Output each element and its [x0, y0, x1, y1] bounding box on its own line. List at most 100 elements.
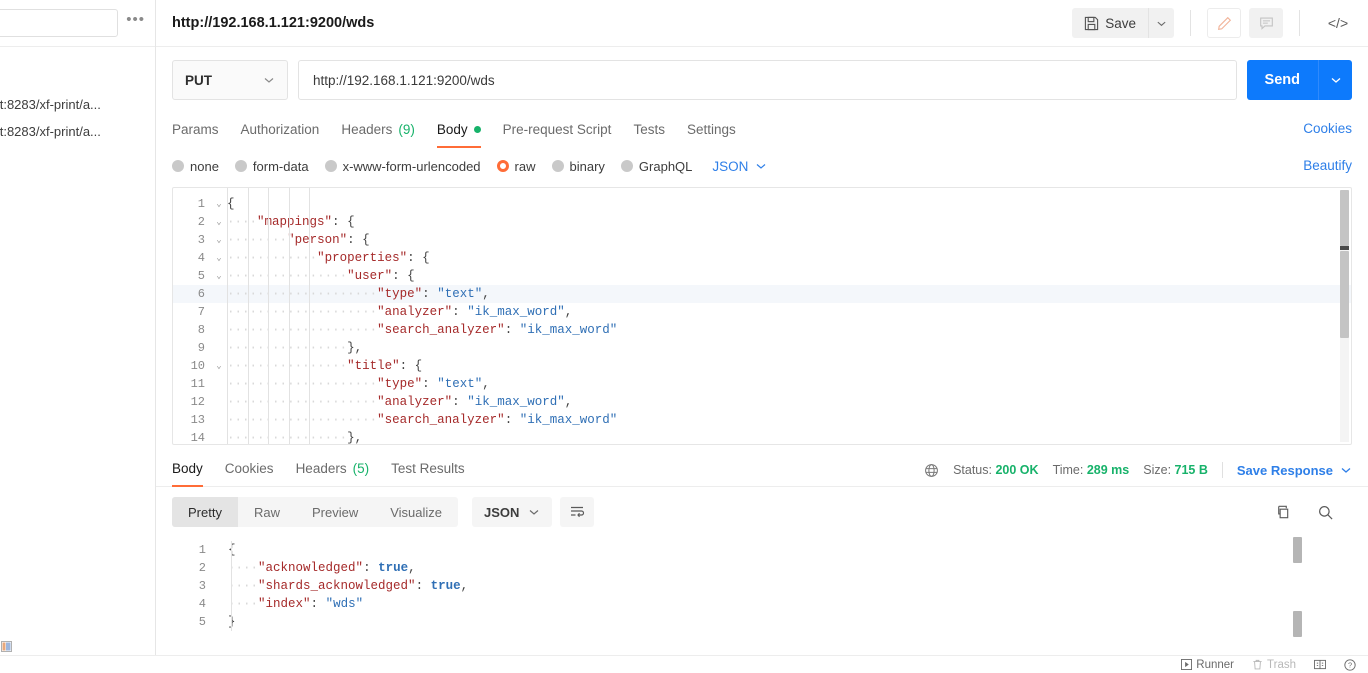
tab-params[interactable]: Params — [172, 122, 219, 148]
response-body[interactable]: 1{2 ····"acknowledged": true, 3 ····"shards… — [156, 535, 1368, 655]
tab-body[interactable]: Body — [436, 122, 481, 148]
request-body-editor[interactable]: 1 ⌄{2 ⌄ ····"mappings": {3 ⌄ ········"person"… — [172, 187, 1352, 445]
radio-icon — [234, 160, 247, 172]
body-type-binary[interactable]: binary — [551, 159, 605, 174]
send-options-button[interactable] — [1318, 60, 1352, 100]
url-input[interactable]: http://192.168.1.121:9200/wds — [298, 60, 1237, 100]
fold-toggle-icon[interactable]: ⌄ — [211, 357, 227, 375]
response-tab-test-results[interactable]: Test Results — [391, 461, 465, 487]
response-scrollbar-thumb-lower[interactable] — [1293, 611, 1302, 637]
response-tab-cookies[interactable]: Cookies — [225, 461, 274, 487]
runner-button[interactable]: Runner — [1181, 659, 1234, 671]
tab-label: Test Results — [391, 461, 465, 476]
list-item[interactable]: ost:8283/xf-print/a... — [0, 118, 155, 145]
view-mode-pretty[interactable]: Pretty — [172, 497, 238, 527]
editor-scrollbar-thumb[interactable] — [1340, 190, 1349, 246]
sidebar-more-icon[interactable]: ••• — [126, 12, 145, 31]
pencil-icon — [1217, 16, 1232, 31]
method-select[interactable]: PUT — [172, 60, 288, 100]
tab-pre-request-script[interactable]: Pre-request Script — [503, 122, 612, 148]
word-wrap-button[interactable] — [560, 497, 595, 527]
trash-button[interactable]: Trash — [1252, 659, 1296, 671]
indent-guide — [288, 188, 290, 444]
editor-line[interactable]: 4 ⌄············"properties": { — [173, 249, 1351, 267]
send-button[interactable]: Send — [1246, 60, 1352, 100]
response-view-modes: Pretty Raw Preview Visualize — [172, 497, 459, 527]
editor-line[interactable]: 5 ⌄················"user": { — [173, 267, 1351, 285]
fold-toggle-icon[interactable]: ⌄ — [211, 249, 227, 267]
line-number: 3 — [198, 579, 206, 593]
view-mode-visualize[interactable]: Visualize — [374, 497, 458, 527]
body-type-none[interactable]: none — [172, 159, 219, 174]
tab-settings[interactable]: Settings — [687, 122, 736, 148]
body-type-row: none form-data x-www-form-urlencoded raw… — [156, 147, 1368, 187]
editor-line[interactable]: 6 ····················"type": "text", — [173, 285, 1351, 303]
editor-line[interactable]: 12 ····················"analyzer": "ik_ma… — [173, 393, 1351, 411]
response-line-text: ····"shards_acknowledged": true, — [228, 579, 469, 593]
fold-toggle-icon[interactable]: ⌄ — [211, 195, 227, 213]
editor-line-text: ····················"search_analyzer": "… — [227, 413, 618, 427]
response-line: 4 ····"index": "wds" — [156, 595, 1368, 613]
fold-toggle-icon[interactable]: ⌄ — [211, 267, 227, 285]
fold-toggle-icon[interactable]: ⌄ — [211, 213, 227, 231]
body-type-urlencoded[interactable]: x-www-form-urlencoded — [324, 159, 481, 174]
code-snippet-button[interactable]: </> — [1316, 8, 1360, 38]
tab-authorization[interactable]: Authorization — [241, 122, 320, 148]
help-button[interactable]: ? — [1344, 658, 1356, 671]
editor-line[interactable]: 1 ⌄{ — [173, 195, 1351, 213]
save-button[interactable]: Save — [1072, 8, 1148, 38]
response-tab-body[interactable]: Body — [172, 461, 203, 487]
svg-text:?: ? — [1348, 660, 1352, 669]
response-tab-headers[interactable]: Headers (5) — [296, 461, 370, 487]
sidebar-toggle-icon[interactable] — [1, 640, 12, 652]
save-response-button[interactable]: Save Response — [1237, 463, 1352, 478]
editor-line[interactable]: 14················}, — [173, 429, 1351, 444]
cookies-link[interactable]: Cookies — [1303, 121, 1352, 136]
comment-button[interactable] — [1249, 8, 1283, 38]
layout-toggle-button[interactable] — [1314, 659, 1326, 670]
tab-headers[interactable]: Headers (9) — [341, 122, 415, 148]
response-tabs: Body Cookies Headers (5) Test Results St… — [156, 455, 1368, 487]
search-icon[interactable] — [1317, 504, 1334, 521]
view-mode-raw[interactable]: Raw — [238, 497, 296, 527]
editor-line[interactable]: 11 ····················"type": "text", — [173, 375, 1351, 393]
sidebar-search-input[interactable] — [0, 9, 119, 37]
beautify-link[interactable]: Beautify — [1303, 158, 1352, 173]
tab-tests[interactable]: Tests — [633, 122, 665, 148]
line-number: 4 — [198, 597, 206, 611]
response-scrollbar-thumb[interactable] — [1293, 537, 1302, 563]
chevron-down-icon — [755, 160, 767, 172]
chevron-down-icon — [263, 74, 275, 86]
editor-line[interactable]: 2 ⌄ ····"mappings": { — [173, 213, 1351, 231]
editor-line-text: ····"mappings": { — [227, 215, 355, 229]
response-body-content[interactable]: 1{2 ····"acknowledged": true, 3 ····"shards… — [156, 535, 1368, 631]
chevron-down-icon — [1330, 74, 1342, 86]
editor-line-text: ············"properties": { — [227, 251, 430, 265]
editor-line[interactable]: 13 ····················"search_analyzer":… — [173, 411, 1351, 429]
save-response-label: Save Response — [1236, 462, 1333, 478]
editor-line[interactable]: 9················}, — [173, 339, 1351, 357]
body-type-form-data[interactable]: form-data — [234, 159, 309, 174]
line-number: 1 — [198, 543, 206, 557]
trash-icon — [1252, 659, 1263, 670]
chevron-down-icon — [1156, 18, 1167, 29]
body-type-raw[interactable]: raw — [496, 159, 536, 174]
fold-toggle-icon[interactable]: ⌄ — [211, 231, 227, 249]
response-format-select[interactable]: JSON — [472, 497, 553, 527]
save-options-button[interactable] — [1148, 8, 1174, 38]
list-item[interactable]: ost:8283/xf-print/a... — [0, 91, 155, 118]
editor-scrollbar-thumb-lower[interactable] — [1340, 251, 1349, 338]
edit-request-button[interactable] — [1207, 8, 1241, 38]
editor-line[interactable]: 8 ····················"search_analyzer": … — [173, 321, 1351, 339]
body-format-select[interactable]: JSON — [712, 159, 767, 174]
editor-line[interactable]: 10 ⌄················"title": { — [173, 357, 1351, 375]
comment-icon — [1259, 16, 1274, 31]
view-mode-preview[interactable]: Preview — [296, 497, 374, 527]
body-type-graphql[interactable]: GraphQL — [620, 159, 692, 174]
editor-line[interactable]: 7 ····················"analyzer": "ik_max… — [173, 303, 1351, 321]
response-indent-guide — [231, 541, 232, 631]
save-button-group: Save — [1072, 8, 1174, 38]
editor-line[interactable]: 3 ⌄ ········"person": { — [173, 231, 1351, 249]
copy-icon[interactable] — [1274, 504, 1291, 521]
request-editor-content[interactable]: 1 ⌄{2 ⌄ ····"mappings": {3 ⌄ ········"person"… — [173, 188, 1351, 444]
